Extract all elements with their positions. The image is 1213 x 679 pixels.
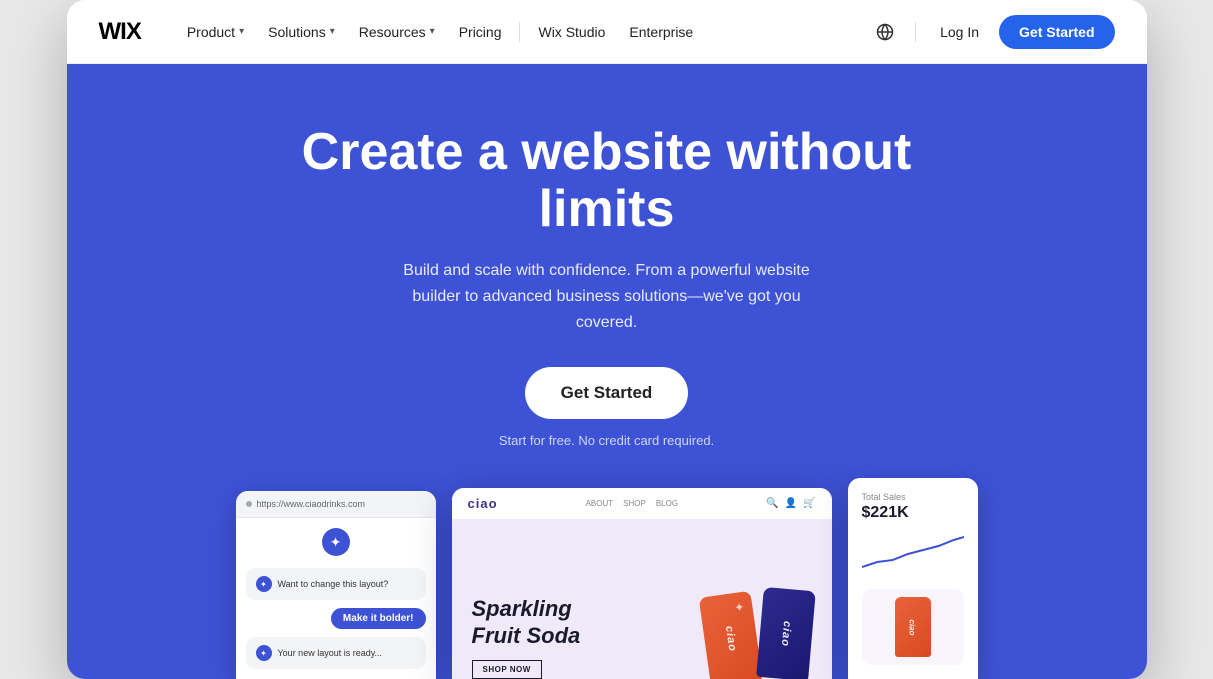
ai-bubble-1: ✦ Want to change this layout? bbox=[246, 568, 426, 600]
hero-section: Create a website without limits Build an… bbox=[67, 64, 1147, 679]
ai-chat: ✦ ✦ Want to change this layout? Make it … bbox=[236, 518, 436, 679]
hero-title: Create a website without limits bbox=[247, 124, 967, 238]
ai-bubble-icon-2: ✦ bbox=[256, 645, 272, 661]
nav-item-product[interactable]: Product ▾ bbox=[177, 18, 254, 46]
ai-icon: ✦ bbox=[322, 528, 350, 556]
ciao-logo: ciao bbox=[468, 496, 498, 511]
search-icon: 🔍 bbox=[766, 498, 778, 509]
nav-item-pricing[interactable]: Pricing bbox=[449, 18, 512, 46]
chevron-down-icon: ▾ bbox=[239, 26, 244, 37]
navbar: WIX Product ▾ Solutions ▾ Resources ▾ Pr… bbox=[67, 0, 1147, 64]
nav-items: Product ▾ Solutions ▾ Resources ▾ Pricin… bbox=[177, 18, 843, 46]
hero-subtitle: Build and scale with confidence. From a … bbox=[387, 258, 827, 335]
nav-item-solutions[interactable]: Solutions ▾ bbox=[258, 18, 345, 46]
small-can-label: ciao bbox=[908, 619, 917, 635]
url-bar: https://www.ciaodrinks.com bbox=[236, 491, 436, 518]
analytics-panel: Total Sales $221K ciao bbox=[848, 478, 978, 679]
ai-panel: https://www.ciaodrinks.com ✦ ✦ Want to c… bbox=[236, 491, 436, 679]
nav-divider-2 bbox=[915, 22, 916, 42]
ciao-nav-items: ABOUT SHOP BLOG bbox=[586, 499, 678, 508]
browser-frame: WIX Product ▾ Solutions ▾ Resources ▾ Pr… bbox=[67, 0, 1147, 679]
cart-icon: 🛒 bbox=[803, 498, 815, 509]
small-can: ciao bbox=[895, 597, 931, 657]
user-icon: 👤 bbox=[785, 498, 797, 509]
chevron-down-icon: ▾ bbox=[330, 26, 335, 37]
get-started-nav-button[interactable]: Get Started bbox=[999, 15, 1114, 49]
analytics-value: $221K bbox=[862, 504, 964, 522]
url-dot bbox=[246, 501, 252, 507]
nav-item-wix-studio[interactable]: Wix Studio bbox=[528, 18, 615, 46]
preview-area: https://www.ciaodrinks.com ✦ ✦ Want to c… bbox=[107, 478, 1107, 679]
hero-note: Start for free. No credit card required. bbox=[499, 433, 714, 448]
ciao-nav: ciao ABOUT SHOP BLOG 🔍 👤 🛒 bbox=[452, 488, 832, 519]
chevron-down-icon: ▾ bbox=[430, 26, 435, 37]
hero-cta-button[interactable]: Get Started bbox=[525, 367, 689, 419]
ciao-shop-button[interactable]: SHOP NOW bbox=[472, 660, 542, 679]
nav-divider bbox=[519, 22, 520, 42]
nav-right: Log In Get Started bbox=[871, 15, 1114, 49]
ai-bubble-icon: ✦ bbox=[256, 576, 272, 592]
analytics-chart bbox=[862, 532, 964, 572]
nav-item-enterprise[interactable]: Enterprise bbox=[619, 18, 703, 46]
ai-bubble-2: ✦ Your new layout is ready... bbox=[246, 637, 426, 669]
blue-can: ciao bbox=[756, 587, 816, 679]
ciao-nav-icons: 🔍 👤 🛒 bbox=[766, 498, 815, 509]
ciao-text: Sparkling Fruit Soda SHOP NOW bbox=[472, 596, 694, 679]
ciao-hero: Sparkling Fruit Soda SHOP NOW ciao ✦ cia… bbox=[452, 519, 832, 679]
website-preview-panel: ciao ABOUT SHOP BLOG 🔍 👤 🛒 bbox=[452, 488, 832, 679]
blue-can-label: ciao bbox=[778, 621, 792, 648]
can-star: ✦ bbox=[733, 600, 745, 615]
ciao-heading: Sparkling Fruit Soda bbox=[472, 596, 694, 649]
globe-icon[interactable] bbox=[871, 18, 899, 46]
ciao-cans: ciao ✦ ciao bbox=[704, 589, 812, 679]
wix-logo[interactable]: WIX bbox=[99, 18, 141, 46]
nav-item-resources[interactable]: Resources ▾ bbox=[349, 18, 445, 46]
ai-action-button[interactable]: Make it bolder! bbox=[331, 608, 426, 629]
orange-can: ciao ✦ bbox=[698, 591, 762, 679]
login-button[interactable]: Log In bbox=[932, 18, 987, 46]
analytics-product: ciao bbox=[862, 589, 964, 665]
analytics-label: Total Sales bbox=[862, 492, 964, 502]
orange-can-label: ciao bbox=[722, 625, 738, 652]
